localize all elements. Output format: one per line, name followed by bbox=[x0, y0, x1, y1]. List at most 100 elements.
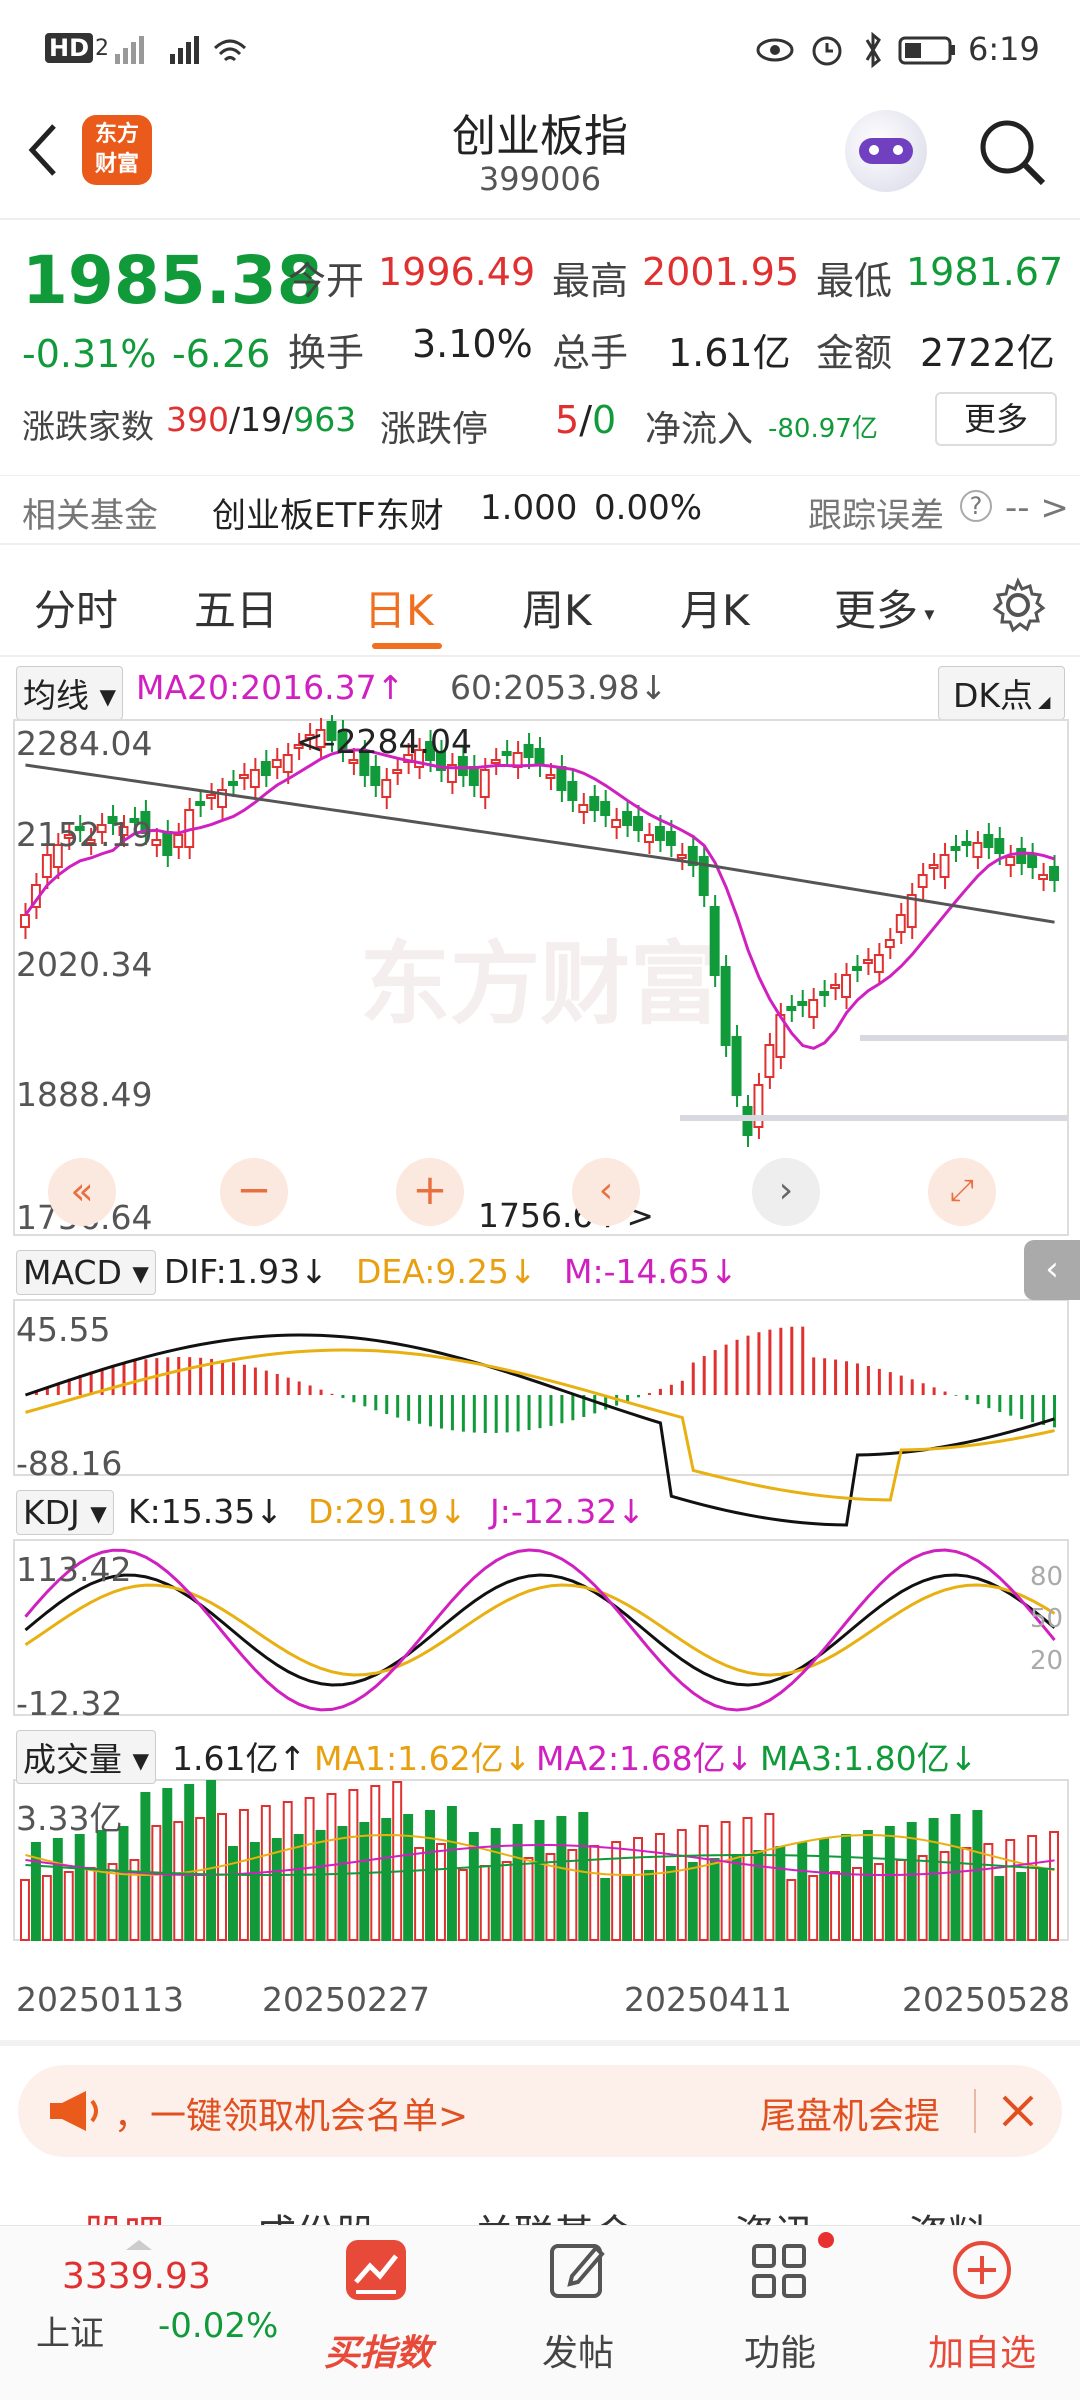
kdj-select[interactable]: KDJ ▾ bbox=[16, 1490, 114, 1535]
kdj-level-50: 50 bbox=[1030, 1604, 1064, 1634]
fullscreen-icon[interactable]: ⤢ bbox=[928, 1158, 996, 1226]
post-edit-icon[interactable] bbox=[546, 2238, 610, 2302]
zoom-in-button[interactable]: + bbox=[396, 1158, 464, 1226]
candle-body bbox=[862, 959, 873, 964]
close-icon[interactable] bbox=[998, 2091, 1038, 2131]
volume-bar bbox=[983, 1843, 994, 1941]
function-grid-icon[interactable] bbox=[748, 2238, 812, 2302]
volume-bar bbox=[184, 1784, 195, 1941]
candle-body bbox=[534, 748, 545, 766]
volume-bar bbox=[611, 1841, 622, 1941]
tab-forum[interactable]: 股吧 bbox=[84, 2202, 164, 2226]
volume-bar bbox=[173, 1821, 184, 1941]
tab-constituents[interactable]: 成份股 bbox=[256, 2202, 376, 2226]
breadth-values: 390/19/963 bbox=[166, 400, 357, 439]
volume-bar bbox=[633, 1837, 643, 1941]
index-pct[interactable]: -0.02% bbox=[158, 2306, 278, 2346]
next-button[interactable]: › bbox=[752, 1158, 820, 1226]
volume-bar bbox=[315, 1830, 326, 1941]
function-label[interactable]: 功能 bbox=[720, 2324, 840, 2376]
volume-bar bbox=[1038, 1868, 1049, 1941]
candle-body bbox=[1027, 854, 1038, 868]
y-label-1: 2284.04 bbox=[16, 724, 153, 763]
y-label-3: 2020.34 bbox=[16, 945, 153, 984]
post-label[interactable]: 发帖 bbox=[518, 2324, 638, 2376]
hd-icon: HD bbox=[45, 33, 94, 63]
tab-five-day[interactable]: 五日 bbox=[194, 577, 278, 638]
tab-news[interactable]: 资讯 bbox=[734, 2202, 814, 2226]
buy-index-icon[interactable] bbox=[344, 2238, 408, 2302]
fund-nav: 1.000 bbox=[480, 488, 578, 528]
help-icon[interactable]: ? bbox=[960, 490, 992, 522]
volume-bar bbox=[764, 1813, 775, 1941]
candle-body bbox=[633, 816, 643, 831]
collapse-panel-icon[interactable]: ‹ bbox=[1024, 1240, 1080, 1300]
dk-point-button[interactable]: DK点 ◢ bbox=[938, 666, 1066, 720]
tab-weekly-k[interactable]: 周K bbox=[522, 577, 592, 638]
search-icon[interactable] bbox=[975, 115, 1050, 190]
watermark-text: 东方财富 bbox=[360, 932, 720, 1037]
macd-select[interactable]: MACD ▾ bbox=[16, 1250, 156, 1295]
ma-indicator-select[interactable]: 均线 ▾ bbox=[16, 666, 124, 720]
dif-readout: DIF:1.93↓ bbox=[164, 1252, 328, 1291]
tab-daily-k[interactable]: 日K bbox=[364, 577, 434, 638]
buy-index-label[interactable]: 买指数 bbox=[318, 2324, 438, 2376]
vol-ma2-readout: MA2:1.68亿↓ bbox=[536, 1739, 754, 1778]
index-name[interactable]: 上证 bbox=[36, 2306, 104, 2355]
related-fund-row[interactable]: 相关基金 创业板ETF东财 1.000 0.00% 跟踪误差 ? -- > bbox=[0, 475, 1080, 545]
candle-body bbox=[819, 991, 830, 996]
k-readout: K:15.35↓ bbox=[128, 1492, 283, 1531]
tab-profile[interactable]: 资料 bbox=[908, 2202, 988, 2226]
open-value: 1996.49 bbox=[378, 250, 536, 294]
robot-avatar-icon[interactable] bbox=[845, 110, 927, 192]
volume-select[interactable]: 成交量 ▾ bbox=[16, 1730, 157, 1784]
support-line-upper bbox=[860, 1035, 1068, 1041]
candlestick-chart[interactable]: 东方财富 bbox=[0, 715, 1080, 2005]
volume-value: 1.61亿 bbox=[668, 331, 791, 375]
amount-value: 2722亿 bbox=[920, 331, 1055, 375]
rewind-button[interactable]: « bbox=[48, 1158, 116, 1226]
ma60-readout: 60:2053.98↓ bbox=[450, 668, 668, 707]
prev-button[interactable]: ‹ bbox=[572, 1158, 640, 1226]
promo-banner[interactable]: ，一键领取机会名单> 尾盘机会提 bbox=[18, 2065, 1062, 2157]
candle-body bbox=[994, 838, 1005, 854]
change-value: -6.26 bbox=[172, 332, 271, 376]
candle-body bbox=[206, 794, 217, 799]
more-button[interactable]: 更多 bbox=[935, 392, 1057, 446]
volume-bar bbox=[468, 1832, 479, 1941]
add-watchlist-icon[interactable] bbox=[950, 2238, 1014, 2302]
tab-intraday[interactable]: 分时 bbox=[34, 577, 118, 638]
banner-text[interactable]: ，一键领取机会名单> bbox=[114, 2087, 468, 2139]
tab-monthly-k[interactable]: 月K bbox=[680, 577, 750, 638]
candle-body bbox=[808, 999, 819, 1018]
volume-bar bbox=[578, 1812, 589, 1941]
add-watchlist-label[interactable]: 加自选 bbox=[920, 2324, 1044, 2376]
max-marker: <-2284.04 bbox=[296, 722, 473, 761]
candle-body bbox=[884, 939, 895, 948]
back-icon[interactable] bbox=[22, 120, 62, 180]
tracking-value: -- > bbox=[1005, 488, 1069, 528]
volume-bar bbox=[436, 1843, 446, 1941]
tab-related-funds[interactable]: 关联基金 bbox=[474, 2202, 634, 2226]
volume-bar bbox=[797, 1842, 808, 1941]
volume-bar bbox=[381, 1818, 392, 1941]
volume-bar bbox=[1027, 1835, 1038, 1941]
zoom-out-button[interactable]: − bbox=[220, 1158, 288, 1226]
settings-gear-icon[interactable] bbox=[990, 577, 1046, 633]
volume-bar bbox=[403, 1814, 414, 1941]
index-price[interactable]: 3339.93 bbox=[62, 2256, 211, 2297]
tab-more[interactable]: 更多 ▾ bbox=[834, 577, 934, 638]
kdj-level-80: 80 bbox=[1030, 1562, 1064, 1592]
volume-bar bbox=[512, 1824, 523, 1941]
candle-body bbox=[195, 801, 206, 806]
candle-body bbox=[961, 841, 972, 846]
banner-right-text[interactable]: 尾盘机会提 bbox=[760, 2087, 940, 2139]
candle-body bbox=[1049, 866, 1059, 881]
divider bbox=[0, 2040, 1080, 2046]
ma20-readout: MA20:2016.37↑ bbox=[136, 668, 405, 707]
macd-y-bottom: -88.16 bbox=[16, 1444, 123, 1483]
candle-body bbox=[622, 811, 633, 826]
support-line-lower bbox=[680, 1115, 1068, 1121]
fund-label: 相关基金 bbox=[22, 496, 158, 536]
volume-label: 总手 bbox=[552, 331, 629, 375]
